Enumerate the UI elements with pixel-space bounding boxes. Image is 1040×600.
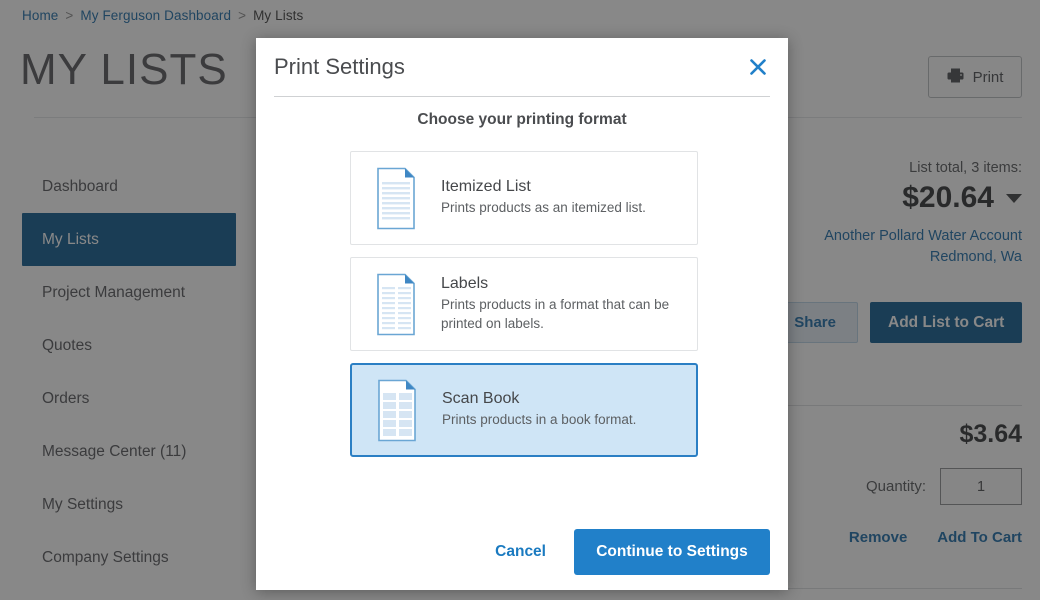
print-option-description: Prints products in a format that can be …: [441, 296, 670, 331]
print-option-name: Itemized List: [441, 178, 531, 196]
print-option-text: Itemized List Prints products as an item…: [426, 178, 646, 218]
modal-header-divider: [274, 96, 770, 97]
modal-title: Print Settings: [274, 54, 405, 79]
modal-footer: Cancel Continue to Settings: [256, 514, 788, 590]
print-option-text: Scan Book Prints products in a book form…: [427, 390, 636, 430]
print-format-options: Itemized List Prints products as an item…: [350, 151, 698, 469]
continue-to-settings-button[interactable]: Continue to Settings: [574, 529, 770, 575]
print-option-labels[interactable]: Labels Prints products in a format that …: [350, 257, 698, 351]
print-settings-modal: Print Settings Choose your printing form…: [256, 38, 788, 590]
itemized-list-icon: [366, 167, 426, 230]
modal-subtitle: Choose your printing format: [417, 111, 627, 128]
cancel-button[interactable]: Cancel: [491, 537, 550, 567]
print-option-text: Labels Prints products in a format that …: [426, 275, 676, 333]
scan-book-icon: [367, 379, 427, 442]
close-icon[interactable]: [745, 54, 771, 80]
labels-icon: [366, 273, 426, 336]
modal-header: Print Settings: [256, 38, 788, 96]
print-option-name: Scan Book: [442, 390, 520, 408]
print-option-scan-book[interactable]: Scan Book Prints products in a book form…: [350, 363, 698, 457]
print-option-description: Prints products in a book format.: [442, 412, 637, 428]
print-option-name: Labels: [441, 274, 489, 292]
print-option-description: Prints products as an itemized list.: [441, 200, 646, 216]
print-option-itemized-list[interactable]: Itemized List Prints products as an item…: [350, 151, 698, 245]
